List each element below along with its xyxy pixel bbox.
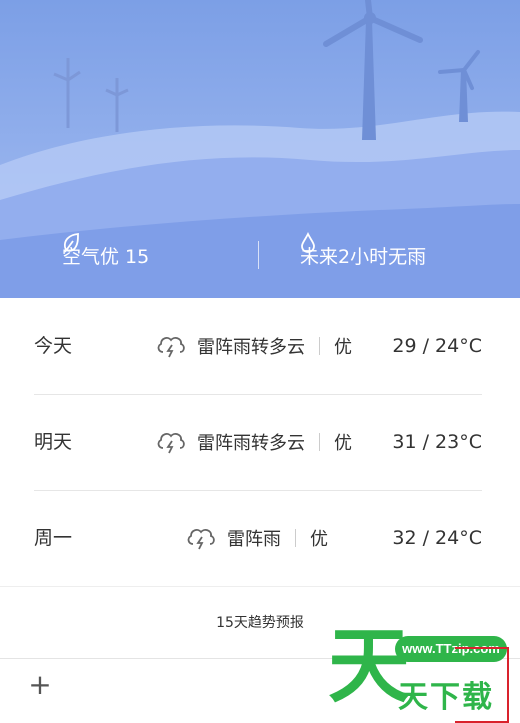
highlight-box — [455, 647, 509, 723]
forecast-air-quality: 优 — [334, 433, 352, 454]
forecast-day-label: 今天 — [34, 335, 73, 357]
add-city-button[interactable]: + — [26, 671, 54, 699]
forecast-row-tomorrow[interactable]: 明天 雷阵雨转多云 优 31 / 23°C — [0, 394, 520, 490]
water-drop-icon — [301, 232, 315, 253]
forecast-day-label: 明天 — [34, 431, 73, 453]
daily-forecast-list: 今天 雷阵雨转多云 优 29 / 24°C 明天 雷阵雨转多云 优 31 / 2… — [0, 298, 520, 586]
forecast-temperature: 31 / 23°C — [392, 431, 482, 453]
forecast-air-quality: 优 — [310, 529, 328, 550]
condition-separator — [295, 529, 296, 547]
forecast-day-label: 周一 — [34, 527, 73, 549]
thunderstorm-cloud-icon — [187, 529, 215, 550]
rain-forecast-text: 未来2小时无雨 — [300, 245, 427, 268]
rain-forecast-info[interactable]: 未来2小时无雨 — [300, 232, 426, 278]
weather-hero: 空气优 15 未来2小时无雨 — [0, 0, 520, 298]
condition-separator — [319, 337, 320, 355]
condition-separator — [319, 433, 320, 451]
leaf-icon — [63, 233, 79, 253]
air-info-bar: 空气优 15 未来2小时无雨 — [0, 232, 520, 278]
forecast-condition: 雷阵雨转多云 优 — [155, 298, 352, 394]
forecast-row-today[interactable]: 今天 雷阵雨转多云 优 29 / 24°C — [0, 298, 520, 394]
forecast-condition-text: 雷阵雨 — [227, 529, 281, 550]
forecast-condition: 雷阵雨 优 — [185, 490, 328, 586]
thunderstorm-cloud-icon — [157, 337, 185, 358]
air-bar-divider — [258, 241, 259, 269]
thunderstorm-cloud-icon — [157, 433, 185, 454]
air-quality-info[interactable]: 空气优 15 — [62, 232, 149, 278]
forecast-condition: 雷阵雨转多云 优 — [155, 394, 352, 490]
forecast-temperature: 32 / 24°C — [392, 527, 482, 549]
forecast-temperature: 29 / 24°C — [392, 335, 482, 357]
forecast-row-monday[interactable]: 周一 雷阵雨 优 32 / 24°C — [0, 490, 520, 586]
forecast-condition-text: 雷阵雨转多云 — [197, 337, 305, 358]
forecast-condition-text: 雷阵雨转多云 — [197, 433, 305, 454]
forecast-air-quality: 优 — [334, 337, 352, 358]
